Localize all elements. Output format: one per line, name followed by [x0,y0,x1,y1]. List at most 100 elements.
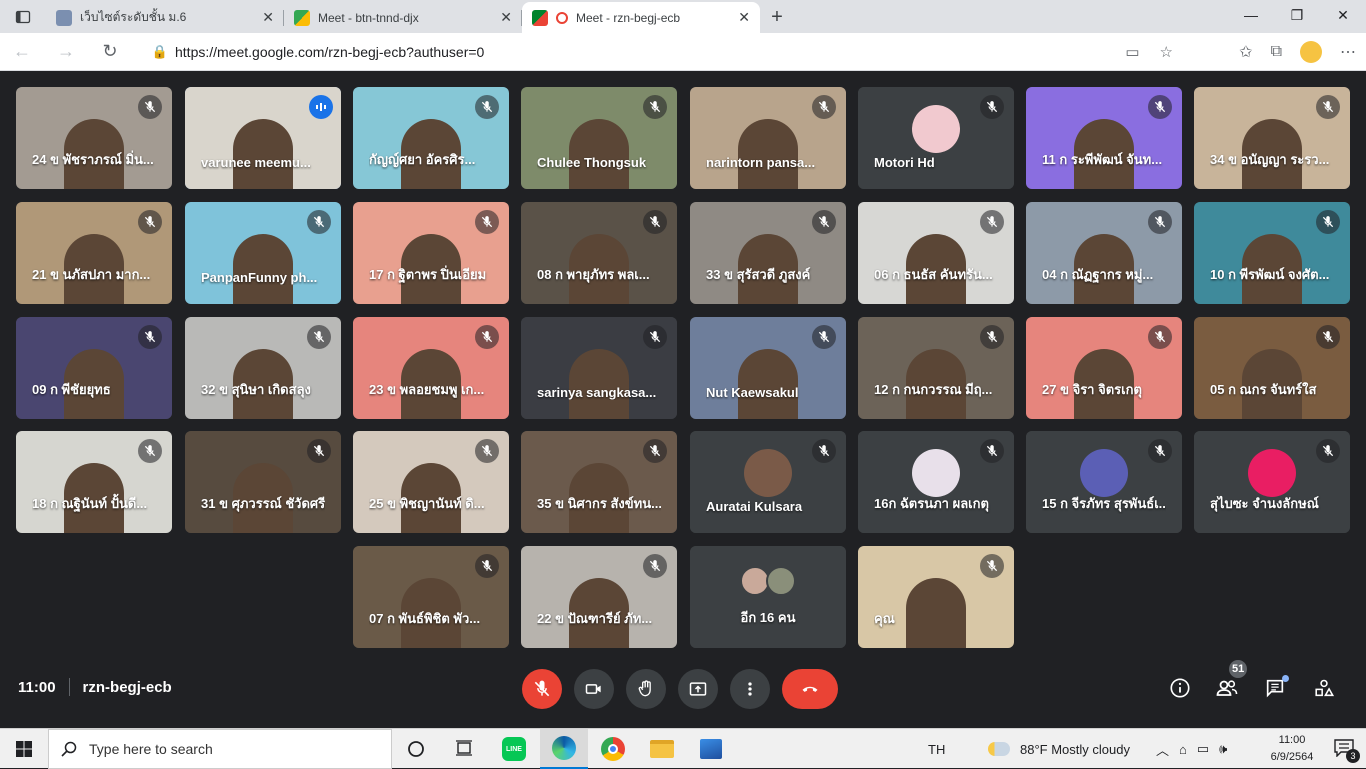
forward-button[interactable]: → [44,33,88,71]
participant-tile[interactable]: Motori Hd [858,87,1014,189]
cortana-button[interactable] [392,729,440,769]
participant-tile[interactable]: 10 ก พีรพัฒน์ จงศัต... [1194,202,1350,304]
participant-tile[interactable]: 32 ข สุนิษา เกิดสลุง [185,317,341,419]
participant-tile[interactable]: 22 ข ปัณฑารีย์ ภัท... [521,546,677,648]
participant-tile[interactable]: 25 ข พิชญานันท์ ดิ... [353,431,509,533]
participant-name: Chulee Thongsuk [537,155,647,170]
participant-tile[interactable]: 07 ก พันธ์พิชิต พัว... [353,546,509,648]
participant-tile[interactable]: 33 ข สุรัสวดี ภูสงค์ [690,202,846,304]
participant-name: 07 ก พันธ์พิชิต พัว... [369,611,481,626]
taskbar-search-box[interactable]: Type here to search [48,729,392,769]
participant-tile[interactable]: 15 ก จีรภัทร สุรพันธ์เ... [1026,431,1182,533]
participant-tile[interactable]: สุไบซะ จำนงลักษณ์ [1194,431,1350,533]
meeting-details-button[interactable] [1168,676,1192,700]
activities-button[interactable] [1312,676,1336,700]
camera-permission-icon[interactable]: ▭ [1125,43,1139,61]
participant-tile[interactable]: 18 ก ณฐินันท์ ปั้นดี... [16,431,172,533]
participant-tile[interactable]: sarinya sangkasa... [521,317,677,419]
close-window-icon[interactable]: ✕ [1320,0,1366,30]
participant-tile[interactable]: 23 ข พลอยชมพู เก... [353,317,509,419]
microphone-off-button[interactable] [522,669,562,709]
participant-tile[interactable]: 05 ก ณกร จันทร์ใส [1194,317,1350,419]
photos-app[interactable] [687,729,735,769]
participant-tile[interactable]: Nut Kaewsakul [690,317,846,419]
taskbar-clock[interactable]: 11:00 6/9/2564 [1262,732,1322,766]
close-tab-icon[interactable]: ✕ [262,9,274,26]
participant-tile[interactable]: 09 ก พีชัยยุทธ [16,317,172,419]
participant-tile[interactable]: 11 ก ระพีพัฒน์ จันท... [1026,87,1182,189]
browser-tab-1[interactable]: เว็บไซต์ระดับชั้น ม.6 ✕ [46,2,284,33]
mic-off-icon [812,95,836,119]
leave-call-button[interactable] [782,669,838,709]
mic-off-icon [643,325,667,349]
chrome-app[interactable] [589,729,637,769]
participant-tile[interactable]: 17 ก ฐิตาพร ปิ่นเอียม [353,202,509,304]
start-button[interactable] [0,729,48,769]
participant-tile[interactable]: 27 ข จิรา จิตรเกตุ [1026,317,1182,419]
collections-icon[interactable]: ⧉ [1271,43,1282,61]
minimize-icon[interactable]: — [1228,0,1274,30]
notification-center-button[interactable]: 3 [1334,739,1360,763]
participant-name: คุณ [874,611,895,626]
reload-button[interactable]: ↻ [88,33,132,71]
url-text[interactable]: https://meet.google.com/rzn-begj-ecb?aut… [175,44,1125,60]
browser-tab-2[interactable]: Meet - btn-tnnd-djx ✕ [284,2,522,33]
line-app[interactable]: LINE [490,729,538,769]
mic-off-icon [307,325,331,349]
participant-tile[interactable]: 12 ก กนกวรรณ มีฤ... [858,317,1014,419]
participant-tile[interactable]: อีก 16 คน [690,546,846,648]
participant-tile[interactable]: Chulee Thongsuk [521,87,677,189]
task-view-button[interactable] [440,729,488,769]
network-icon[interactable]: ⌂ [1179,742,1187,757]
camera-button[interactable] [574,669,614,709]
more-options-button[interactable] [730,669,770,709]
info-icon [1170,678,1190,698]
tab-actions-icon[interactable] [0,0,46,33]
volume-icon[interactable]: 🕪 [1219,741,1227,757]
clock-time: 11:00 [1278,734,1306,746]
participant-tile[interactable]: 21 ข นภัสปภา มาก... [16,202,172,304]
back-button[interactable]: ← [0,33,44,71]
raise-hand-button[interactable] [626,669,666,709]
language-indicator[interactable]: TH [928,729,945,769]
participant-tile[interactable]: narintorn pansa... [690,87,846,189]
add-favorite-icon[interactable]: ☆ [1160,43,1173,61]
participant-tile[interactable]: กัญญ์ศยา อัครศิร... [353,87,509,189]
participant-name: 15 ก จีรภัทร สุรพันธ์เ... [1042,496,1166,511]
participant-tile[interactable]: 08 ก พายุภัทร พลเ... [521,202,677,304]
file-explorer-app[interactable] [638,729,686,769]
lock-icon[interactable]: 🔒 [145,44,175,60]
participant-tile[interactable]: 35 ข นิศากร สังข์ทน... [521,431,677,533]
participant-tile[interactable]: 06 ก ธนธัส คันทรัน... [858,202,1014,304]
people-button[interactable] [1215,676,1239,700]
weather-text: 88°F Mostly cloudy [1020,741,1130,757]
participant-tile[interactable]: 04 ก ณัฏฐากร หมู่... [1026,202,1182,304]
participant-tile[interactable]: 34 ข อนัญญา ระรว... [1194,87,1350,189]
present-screen-button[interactable] [678,669,718,709]
participant-tile[interactable]: 16ก ฉัตรนภา ผลเกตุ [858,431,1014,533]
maximize-icon[interactable]: ❐ [1274,0,1320,30]
search-placeholder: Type here to search [89,741,213,757]
meeting-code: rzn-begj-ecb [82,678,172,696]
weather-widget[interactable]: 88°F Mostly cloudy [988,729,1130,769]
battery-icon[interactable]: ▭ [1197,741,1209,757]
participant-tile[interactable]: varunee meemu... [185,87,341,189]
chevron-up-icon[interactable]: ︿ [1156,740,1169,759]
participant-tile[interactable]: PanpanFunny ph... [185,202,341,304]
browser-tab-3[interactable]: Meet - rzn-begj-ecb ✕ [522,2,760,33]
participant-tile[interactable]: 31 ข ศุภวรรณ์ ชัวัดศรี [185,431,341,533]
edge-app[interactable] [540,729,588,769]
mic-off-icon [643,439,667,463]
participant-tile[interactable]: คุณ [858,546,1014,648]
participant-tile[interactable]: 24 ข พัชราภรณ์ มิ่น... [16,87,172,189]
participant-name: 10 ก พีรพัฒน์ จงศัต... [1210,267,1330,282]
mic-off-icon [475,325,499,349]
new-tab-button[interactable]: + [760,2,794,33]
close-tab-icon[interactable]: ✕ [738,9,750,26]
address-bar[interactable]: 🔒 https://meet.google.com/rzn-begj-ecb?a… [145,37,1183,67]
profile-avatar[interactable] [1300,41,1322,63]
favorites-icon[interactable]: ✩ [1239,42,1252,62]
participant-tile[interactable]: Auratai Kulsara [690,431,846,533]
more-menu-icon[interactable]: ⋯ [1340,42,1356,62]
close-tab-icon[interactable]: ✕ [500,9,512,26]
